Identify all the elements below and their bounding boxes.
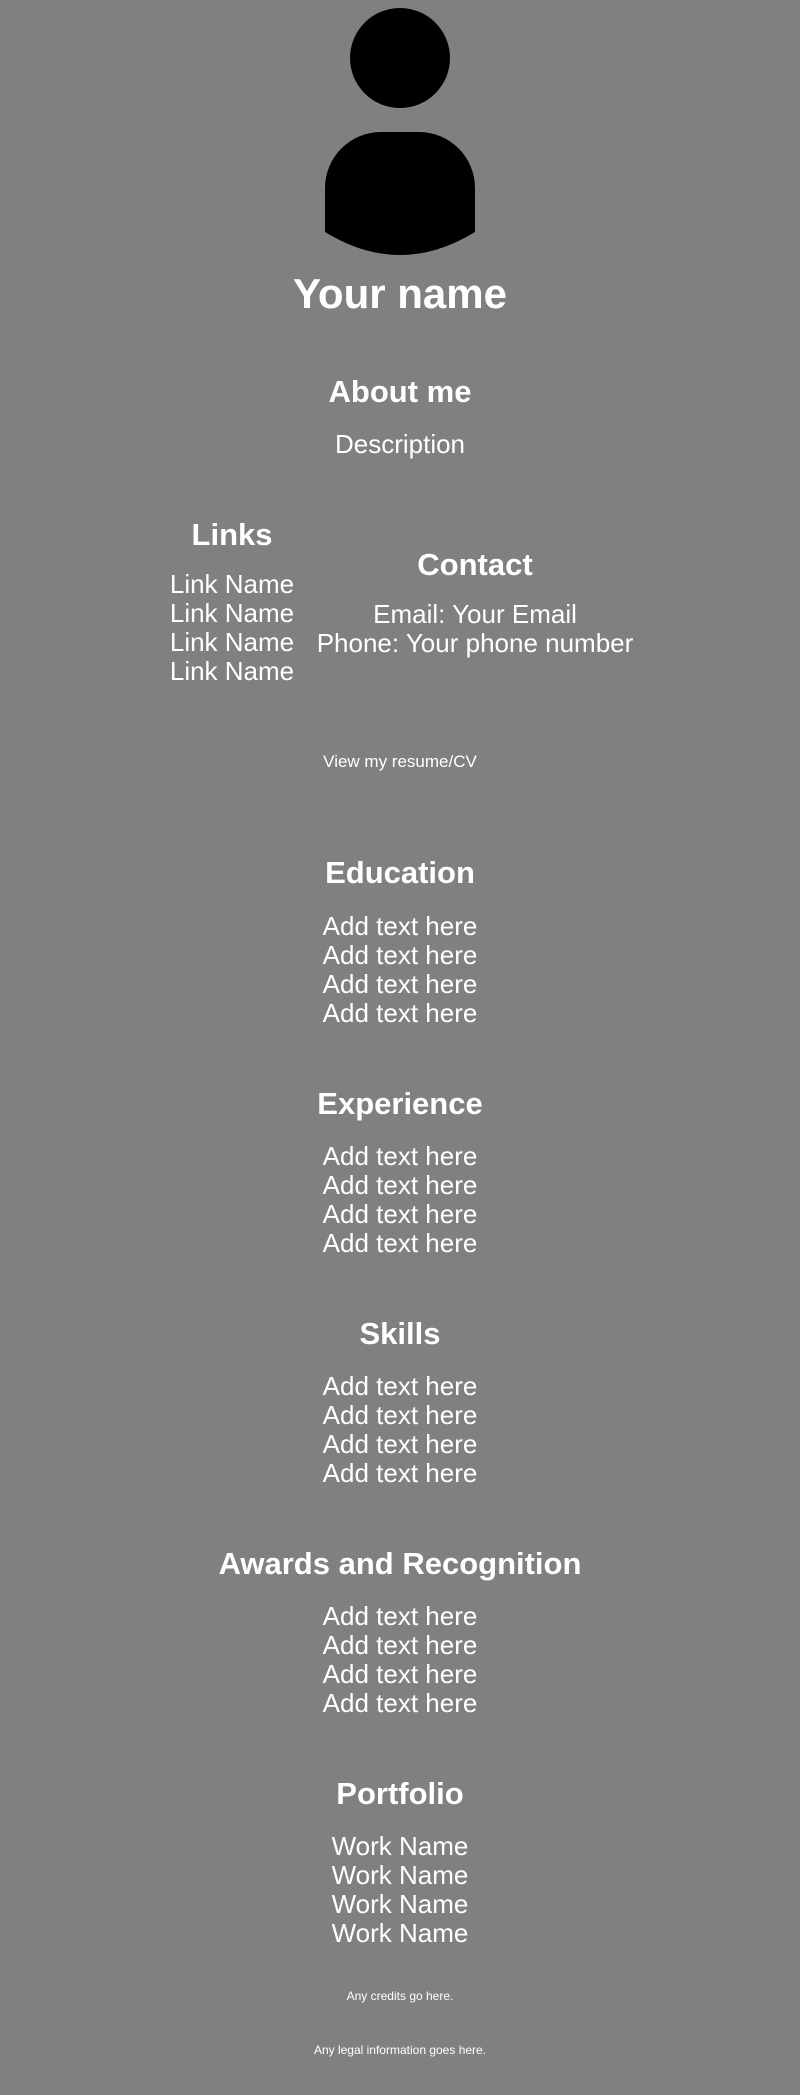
awards-item: Add text here — [322, 1601, 478, 1631]
page-title: Your name — [293, 270, 507, 317]
awards-item: Add text here — [322, 1688, 478, 1718]
portfolio-item[interactable]: Work Name — [0, 1832, 800, 1861]
link-item[interactable]: Link Name — [132, 657, 332, 686]
contact-email: Email: Your Email — [373, 599, 577, 629]
education-item: Add text here — [322, 940, 478, 970]
contact-phone: Phone: Your phone number — [316, 628, 634, 658]
experience-item: Add text here — [322, 1141, 478, 1171]
contact-section: Contact Email: Your Email Phone: Your ph… — [300, 547, 650, 658]
experience-list: Add text here Add text here Add text her… — [0, 1142, 800, 1258]
portfolio-item[interactable]: Work Name — [0, 1919, 800, 1948]
skills-item: Add text here — [322, 1371, 478, 1401]
awards-list: Add text here Add text here Add text her… — [0, 1602, 800, 1718]
contact-list: Email: Your Email Phone: Your phone numb… — [300, 600, 650, 658]
portfolio-item[interactable]: Work Name — [0, 1890, 800, 1919]
experience-heading: Experience — [317, 1086, 483, 1121]
education-item: Add text here — [322, 911, 478, 941]
education-item: Add text here — [322, 969, 478, 999]
avatar-body-icon — [325, 132, 475, 255]
resume-link[interactable]: View my resume/CV — [0, 752, 800, 772]
education-item: Add text here — [322, 998, 478, 1028]
education-list: Add text here Add text here Add text her… — [0, 912, 800, 1028]
awards-heading: Awards and Recognition — [218, 1546, 582, 1581]
experience-item: Add text here — [322, 1199, 478, 1229]
portfolio-list: Work Name Work Name Work Name Work Name — [0, 1832, 800, 1948]
avatar-placeholder — [325, 8, 475, 258]
experience-item: Add text here — [322, 1170, 478, 1200]
about-description: Description — [334, 429, 466, 459]
skills-item: Add text here — [322, 1429, 478, 1459]
portfolio-heading: Portfolio — [336, 1776, 464, 1811]
skills-item: Add text here — [322, 1400, 478, 1430]
skills-list: Add text here Add text here Add text her… — [0, 1372, 800, 1488]
education-heading: Education — [325, 855, 475, 890]
skills-item: Add text here — [322, 1458, 478, 1488]
avatar-head-icon — [350, 8, 450, 108]
awards-item: Add text here — [322, 1659, 478, 1689]
footer-legal: Any legal information goes here. — [313, 2043, 487, 2057]
contact-heading: Contact — [417, 547, 533, 582]
skills-heading: Skills — [359, 1316, 441, 1351]
footer-credits: Any credits go here. — [346, 1989, 454, 2003]
portfolio-item[interactable]: Work Name — [0, 1861, 800, 1890]
about-heading: About me — [328, 374, 472, 409]
experience-item: Add text here — [322, 1228, 478, 1258]
awards-item: Add text here — [322, 1630, 478, 1660]
